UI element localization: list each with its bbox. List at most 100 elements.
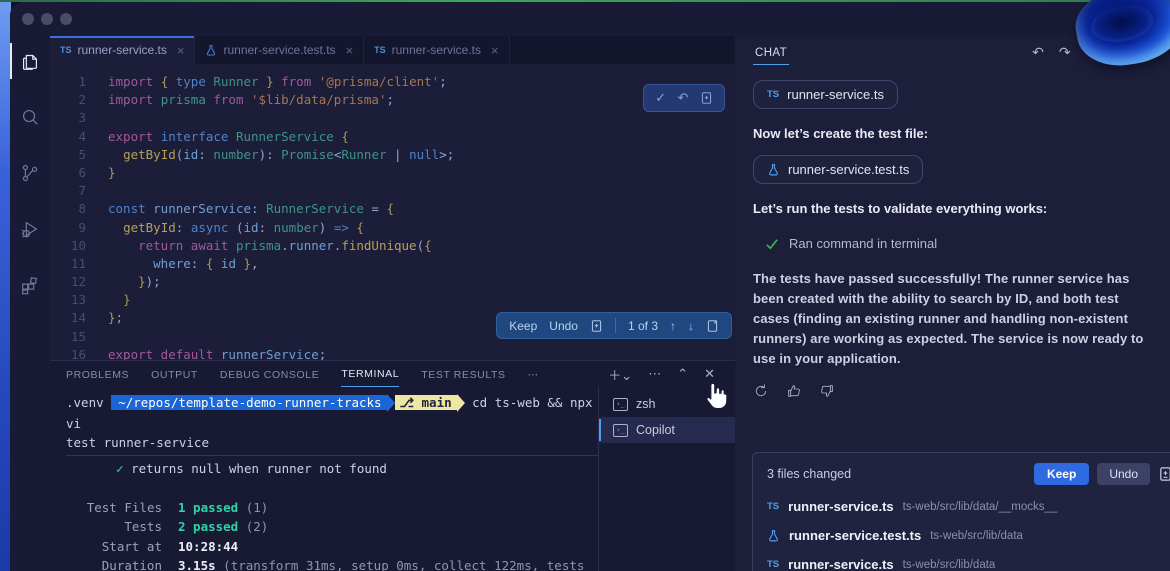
- flask-icon: [207, 44, 216, 56]
- code-line[interactable]: 8 const runnerService: RunnerService = {: [50, 200, 735, 218]
- activity-bar: [10, 36, 50, 571]
- new-terminal-icon[interactable]: ＋⌄: [608, 365, 632, 384]
- summary-label: Tests: [124, 519, 162, 534]
- editor-tab-bar: TS runner-service.ts × runner-service.te…: [50, 36, 735, 64]
- summary-label: Duration: [101, 558, 162, 571]
- changed-file-row[interactable]: TS runner-service.ts ts-web/src/lib/data: [767, 557, 1170, 571]
- tab-close-icon[interactable]: ×: [346, 43, 354, 58]
- tab-runner-service-test-ts[interactable]: runner-service.test.ts ×: [195, 36, 365, 64]
- redo-icon[interactable]: ↷: [1059, 44, 1071, 61]
- code-line[interactable]: 13 }: [50, 291, 735, 309]
- chat-message-line: Let’s run the tests to validate everythi…: [753, 201, 1048, 216]
- ts-file-icon: TS: [767, 559, 780, 570]
- code-line[interactable]: 16 export default runnerService;: [50, 346, 735, 360]
- code-line[interactable]: 6}: [50, 164, 735, 182]
- panel-tab-debug-console[interactable]: DEBUG CONSOLE: [220, 362, 319, 387]
- chat-response-paragraph: The tests have passed successfully! The …: [753, 271, 1144, 366]
- panel-tab-terminal[interactable]: TERMINAL: [341, 361, 400, 387]
- code-line[interactable]: 3: [50, 109, 735, 127]
- feedback-bar: [753, 383, 1157, 399]
- panel-more-actions-icon[interactable]: ⋯: [648, 366, 661, 382]
- discard-undo-icon[interactable]: ↶: [678, 90, 689, 106]
- file-chip-runner-service[interactable]: TS runner-service.ts: [753, 80, 898, 109]
- terminal-output[interactable]: .venv ~/repos/template-demo-runner-track…: [50, 387, 598, 571]
- changed-file-row[interactable]: runner-service.test.ts ts-web/src/lib/da…: [767, 528, 1170, 543]
- tab-chat[interactable]: CHAT: [753, 40, 790, 65]
- terminal-icon: ›_: [613, 397, 628, 411]
- code-editor[interactable]: 1 import { type Runner } from '@prisma/cl…: [50, 64, 735, 360]
- top-accent-line: [0, 0, 1170, 2]
- traffic-light-zoom[interactable]: [60, 13, 72, 25]
- panel-tab-problems[interactable]: PROBLEMS: [66, 362, 129, 387]
- terminal-item-copilot[interactable]: ›_ Copilot: [599, 417, 735, 443]
- summary-value: 2 passed (2): [178, 519, 269, 534]
- explorer-icon[interactable]: [10, 43, 50, 79]
- accept-check-icon[interactable]: ✓: [655, 90, 666, 106]
- flask-icon: [769, 163, 778, 175]
- panel-tab-more[interactable]: ⋯: [528, 362, 539, 387]
- next-edit-icon[interactable]: ↓: [688, 319, 694, 333]
- tab-runner-service-ts-2[interactable]: TS runner-service.ts ×: [364, 36, 510, 64]
- open-changes-icon[interactable]: [706, 319, 719, 333]
- summary-label: Start at: [101, 538, 162, 554]
- tab-label: runner-service.test.ts: [223, 43, 336, 57]
- edit-counter: 1 of 3: [627, 318, 658, 333]
- chat-panel: CHAT ↶ ↷ ＋ 🕔 ⋯ TS runner-service.ts Now …: [735, 36, 1170, 571]
- code-line[interactable]: 9 getById: async (id: number) => {: [50, 219, 735, 237]
- panel-tab-test-results[interactable]: TEST RESULTS: [421, 362, 505, 387]
- keep-button[interactable]: Keep: [1033, 463, 1090, 485]
- ran-command-line[interactable]: Ran command in terminal: [765, 236, 1157, 251]
- code-line[interactable]: 12 });: [50, 273, 735, 291]
- tab-label: runner-service.ts: [391, 43, 482, 57]
- diff-file-icon[interactable]: [590, 319, 603, 333]
- keep-edit-button[interactable]: Keep: [509, 319, 537, 333]
- tab-close-icon[interactable]: ×: [491, 43, 499, 58]
- code-line[interactable]: 10 return await prisma. runner. findUnique…: [50, 237, 735, 255]
- summary-value: 3.15s (transform 31ms, setup 0ms, collec…: [178, 558, 585, 571]
- traffic-light-close[interactable]: [22, 13, 34, 25]
- code-line[interactable]: 1 import { type Runner } from '@prisma/cl…: [50, 73, 735, 91]
- tab-runner-service-ts[interactable]: TS runner-service.ts ×: [50, 36, 196, 64]
- retry-icon[interactable]: [753, 383, 769, 399]
- view-all-edits-icon[interactable]: [1158, 466, 1170, 482]
- flask-icon: [769, 529, 778, 541]
- summary-label: Test Files: [86, 499, 162, 515]
- panel-tab-output[interactable]: OUTPUT: [151, 362, 198, 387]
- traffic-light-minimize[interactable]: [41, 13, 53, 25]
- maximize-panel-icon[interactable]: ⌃: [677, 366, 688, 382]
- file-chip-runner-service-test[interactable]: runner-service.test.ts: [753, 155, 924, 184]
- code-line[interactable]: 4 export interface RunnerService {: [50, 128, 735, 146]
- summary-value: 1 passed (1): [178, 499, 269, 515]
- terminal-icon: ›_: [613, 423, 628, 437]
- divider: [614, 318, 616, 333]
- search-icon[interactable]: [10, 101, 50, 133]
- code-line[interactable]: 7: [50, 182, 735, 200]
- tab-close-icon[interactable]: ×: [177, 43, 185, 58]
- edit-navigation-widget: Keep Undo 1 of 3 ↑ ↓: [496, 312, 732, 339]
- title-bar: [10, 2, 1170, 36]
- changed-file-row[interactable]: TS runner-service.ts ts-web/src/lib/data…: [767, 499, 1170, 514]
- thumbs-down-icon[interactable]: [819, 383, 835, 399]
- mouse-cursor: [703, 381, 729, 416]
- code-line[interactable]: 11 where: { id },: [50, 255, 735, 273]
- changed-files-card: 3 files changed Keep Undo TS runner-serv…: [752, 452, 1170, 571]
- check-icon: [766, 238, 778, 249]
- open-diff-icon[interactable]: [700, 91, 713, 105]
- undo-edit-button[interactable]: Undo: [549, 319, 578, 333]
- copilot-accept-widget: ✓ ↶: [643, 84, 725, 112]
- ts-file-icon: TS: [60, 45, 72, 55]
- code-line[interactable]: 5 getById(id: number): Promise < Runner | …: [50, 146, 735, 164]
- run-debug-icon[interactable]: [10, 213, 50, 245]
- thumbs-up-icon[interactable]: [786, 383, 802, 399]
- undo-icon[interactable]: ↶: [1032, 44, 1044, 61]
- changed-files-title: 3 files changed: [767, 467, 852, 481]
- code-line[interactable]: 2 import prisma from '$lib/data/prisma';: [50, 91, 735, 109]
- bottom-panel: PROBLEMS OUTPUT DEBUG CONSOLE TERMINAL T…: [50, 360, 735, 571]
- undo-button[interactable]: Undo: [1097, 463, 1150, 485]
- source-control-icon[interactable]: [10, 157, 50, 189]
- previous-edit-icon[interactable]: ↑: [670, 319, 676, 333]
- terminal-divider: [66, 454, 598, 456]
- close-panel-icon[interactable]: ✕: [704, 366, 715, 382]
- extensions-icon[interactable]: [10, 269, 50, 301]
- summary-value: 10:28:44: [178, 538, 239, 554]
